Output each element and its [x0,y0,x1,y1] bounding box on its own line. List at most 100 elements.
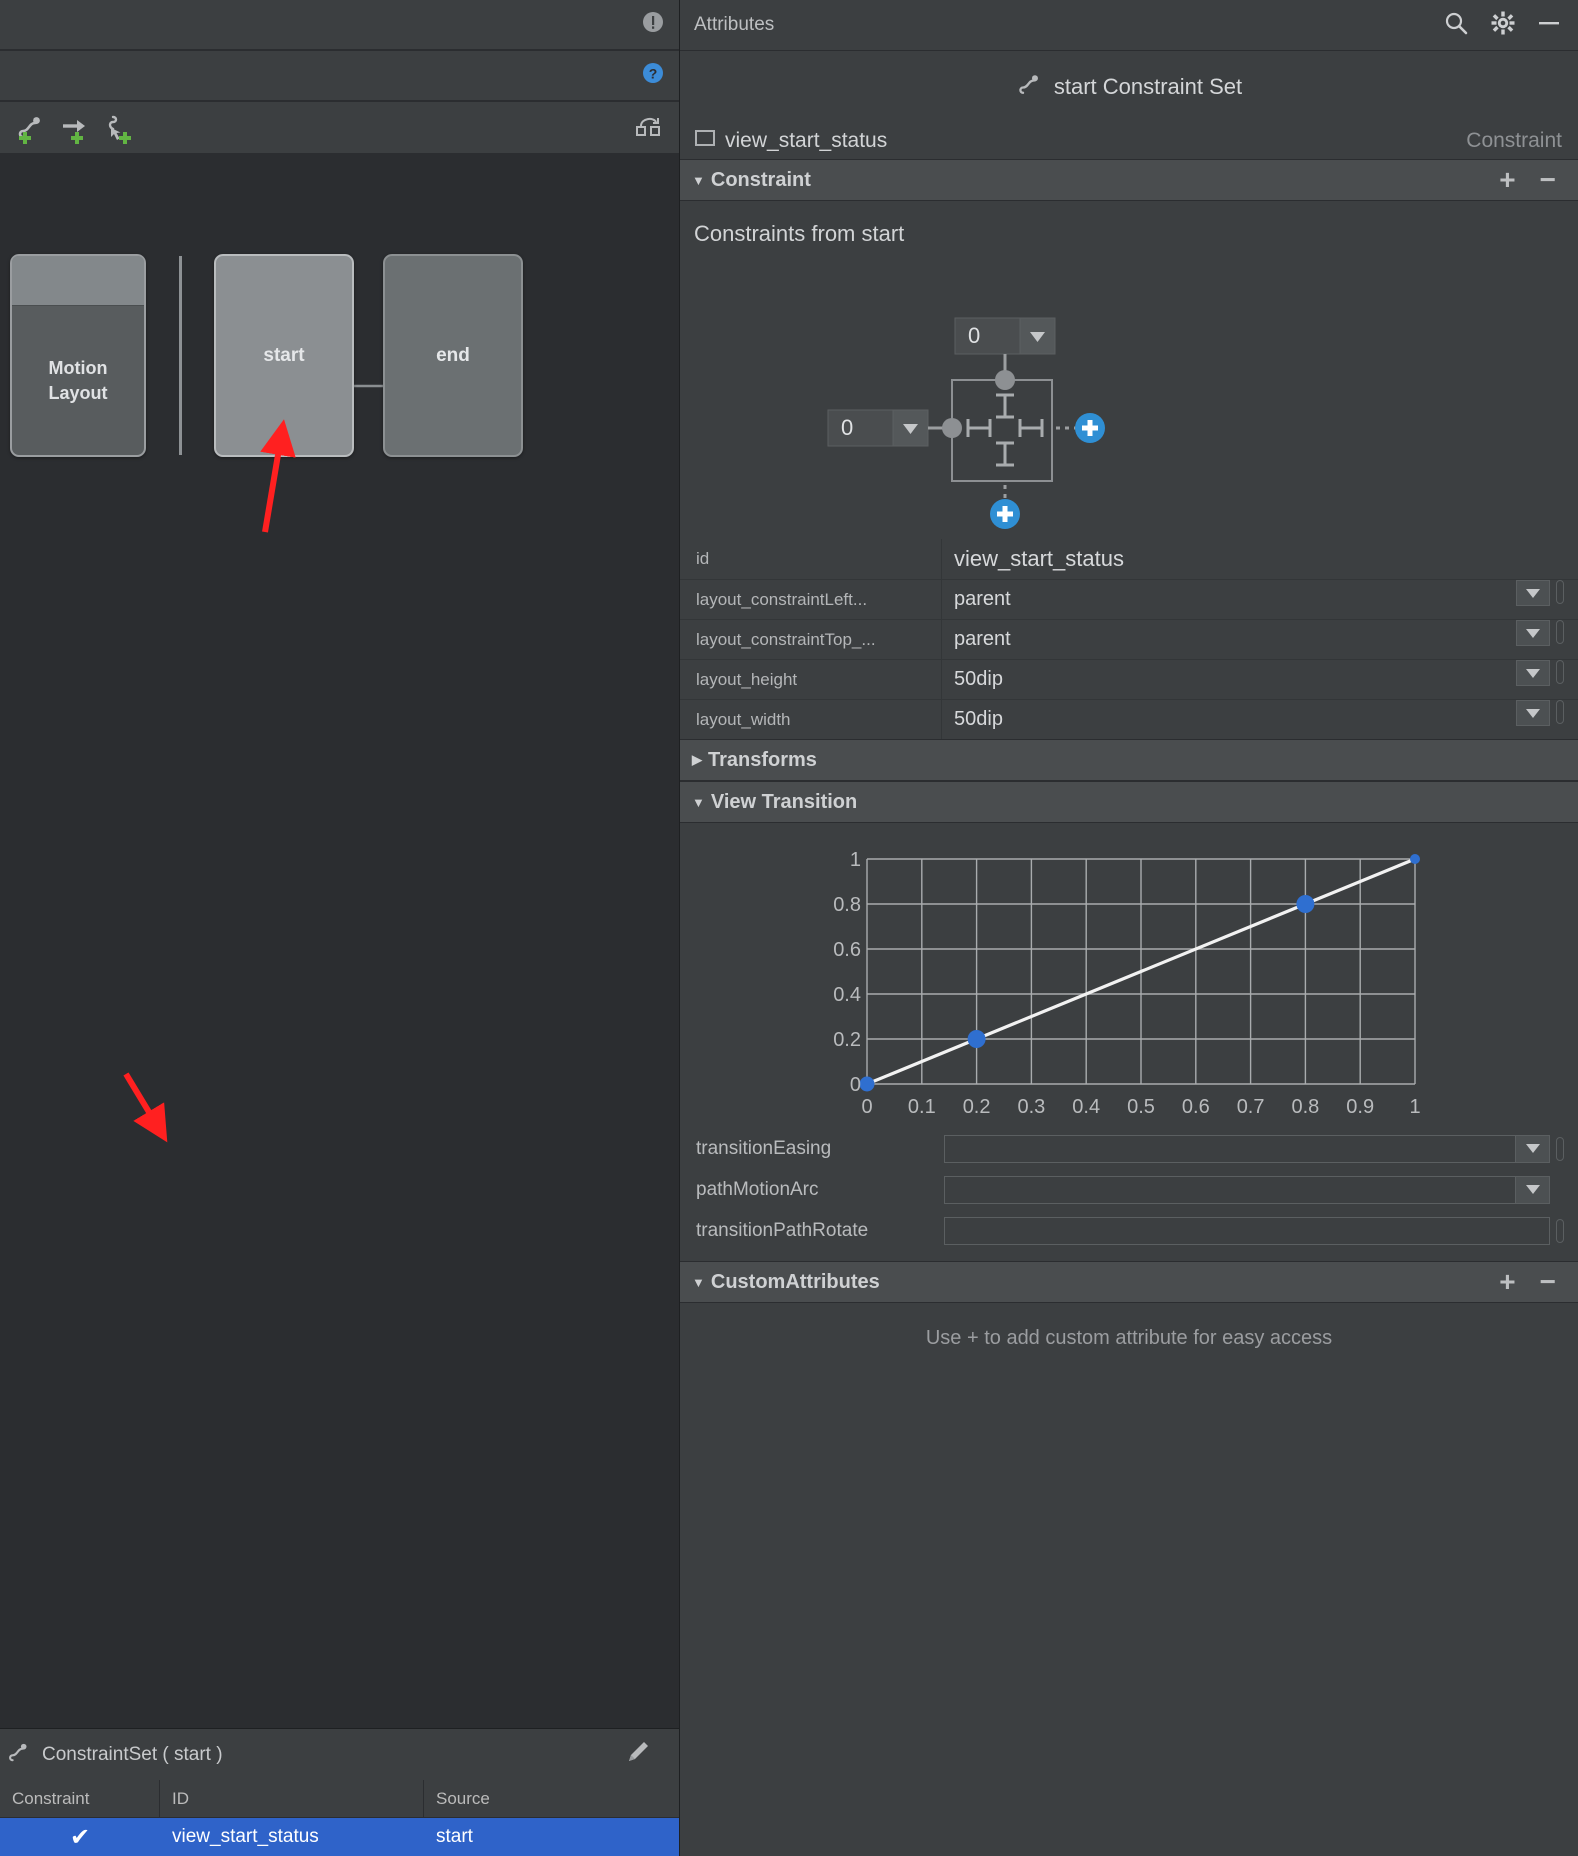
attribute-bind-indicator[interactable] [1556,700,1564,724]
motion-layout-canvas[interactable]: Motion Layout start end [0,154,679,1728]
attribute-key: id [680,539,942,579]
attributes-title: Attributes [694,14,775,35]
field-bind-indicator[interactable] [1556,1136,1564,1161]
svg-text:0.4: 0.4 [833,984,861,1006]
row-source-cell[interactable]: start [424,1818,679,1856]
attribute-key: layout_height [680,660,942,699]
attribute-dropdown[interactable] [1516,620,1550,646]
attribute-row-layout-width[interactable]: layout_width 50dip [680,699,1578,739]
attribute-row-layout-height[interactable]: layout_height 50dip [680,659,1578,699]
attribute-value[interactable]: parent [942,620,1516,659]
help-icon[interactable]: ? [639,59,667,92]
attribute-row-constraint-left[interactable]: layout_constraintLeft... parent [680,579,1578,619]
chart-y-tick-labels: 1 0.8 0.6 0.4 0.2 0 [833,849,861,1096]
add-onclick-icon[interactable] [96,108,140,148]
field-label: transitionEasing [696,1137,832,1159]
field-label: transitionPathRotate [696,1219,869,1241]
row-id-cell[interactable]: view_start_status [160,1818,424,1856]
easing-curve-chart[interactable]: 1 0.8 0.6 0.4 0.2 0 0 0.1 0.2 0.3 0.4 0.… [680,823,1578,1128]
custom-attributes-hint: Use + to add custom attribute for easy a… [925,1327,1333,1349]
svg-text:0.1: 0.1 [908,1096,936,1118]
constraint-widget[interactable]: 0 0 [680,247,1578,537]
svg-text:?: ? [649,66,658,82]
minimize-icon[interactable] [1536,10,1562,41]
svg-text:0.3: 0.3 [1017,1096,1045,1118]
attributes-panel: Attributes start Constraint Set view_sta… [680,0,1578,1856]
add-custom-attribute-button[interactable]: + [1499,1268,1515,1296]
add-constraint-button[interactable]: + [1499,166,1515,194]
add-constraint-right-icon [1075,413,1105,443]
search-icon[interactable] [1442,9,1470,42]
svg-text:0.9: 0.9 [1346,1096,1374,1118]
field-bind-indicator[interactable] [1556,1218,1564,1243]
section-header-view-transition[interactable]: ▼ View Transition [680,781,1578,823]
attribute-dropdown[interactable] [1516,580,1550,606]
error-icon[interactable] [639,8,667,41]
column-header-source[interactable]: Source [424,1780,679,1817]
constraint-set-heading-label: start Constraint Set [1053,74,1243,99]
selected-element-type: Constraint [1466,129,1562,152]
attribute-value[interactable]: 50dip [942,700,1516,739]
section-header-custom-attributes[interactable]: ▼ CustomAttributes + − [680,1261,1578,1303]
selected-element-row: view_start_status Constraint [680,123,1578,159]
path-motion-arc-input[interactable] [944,1175,1550,1204]
constraint-widget-graphics[interactable]: 0 0 [680,247,1578,537]
chevron-down-icon: ▼ [692,172,705,188]
field-row-transition-path-rotate[interactable]: transitionPathRotate [680,1210,1578,1251]
start-node-label: start [263,344,305,366]
chevron-down-icon[interactable] [1515,1135,1549,1162]
motion-layout-node-label: Motion Layout [12,306,144,455]
remove-custom-attribute-button[interactable]: − [1540,1268,1556,1296]
section-label-transforms: Transforms [708,748,817,771]
svg-text:0.2: 0.2 [963,1096,991,1118]
field-row-transition-easing[interactable]: transitionEasing [680,1128,1578,1169]
constraintset-table: Constraint ID Source ✔ view_start_status… [0,1780,679,1856]
constraintset-icon [6,1738,34,1771]
row-constraint-check[interactable]: ✔ [0,1818,160,1856]
attribute-bind-indicator[interactable] [1556,660,1564,684]
pencil-icon[interactable] [623,1737,653,1772]
attribute-row-id[interactable]: id view_start_status [680,539,1578,579]
control-point-2 [1296,895,1315,913]
motion-layout-node[interactable]: Motion Layout [10,254,146,457]
transition-path-rotate-input[interactable] [944,1216,1550,1245]
attribute-row-constraint-top[interactable]: layout_constraintTop_... parent [680,619,1578,659]
column-header-constraint[interactable]: Constraint [0,1780,160,1817]
transition-easing-input[interactable] [944,1134,1550,1163]
section-header-transforms[interactable]: ▶ Transforms [680,739,1578,781]
svg-text:0.4: 0.4 [1072,1096,1100,1118]
svg-text:0: 0 [850,1074,861,1096]
attribute-dropdown[interactable] [1516,700,1550,726]
attribute-value[interactable]: parent [942,580,1516,619]
constraintset-panel-title: ConstraintSet ( start ) [42,1743,223,1765]
attributes-titlebar: Attributes [680,0,1578,51]
attribute-value[interactable]: view_start_status [942,539,1578,579]
attribute-bind-indicator[interactable] [1556,580,1564,604]
motion-layout-line1: Motion [48,358,108,379]
remove-constraint-button[interactable]: − [1540,166,1556,194]
control-point-0 [859,1076,875,1092]
chevron-down-icon[interactable] [1515,1176,1549,1203]
table-row[interactable]: ✔ view_start_status start [0,1818,679,1856]
cycle-editor-icon[interactable] [627,108,671,148]
attribute-key: layout_width [680,700,942,739]
attribute-dropdown[interactable] [1516,660,1550,686]
gear-icon[interactable] [1490,10,1516,41]
section-label-custom-attributes: CustomAttributes [710,1270,880,1293]
constraint-set-node-start[interactable]: start [214,254,354,457]
field-row-path-motion-arc[interactable]: pathMotionArc [680,1169,1578,1210]
column-header-id[interactable]: ID [160,1780,424,1817]
constraint-set-node-end[interactable]: end [383,254,523,457]
add-transition-icon[interactable] [52,108,96,148]
svg-text:0: 0 [968,323,980,348]
attribute-bind-indicator[interactable] [1556,620,1564,644]
add-constraint-set-icon[interactable] [8,108,52,148]
easing-curve-graphics[interactable]: 1 0.8 0.6 0.4 0.2 0 0 0.1 0.2 0.3 0.4 0.… [819,849,1439,1124]
section-header-constraint[interactable]: ▼ Constraint + − [680,159,1578,201]
attribute-value[interactable]: 50dip [942,660,1516,699]
overview-strip-help: ? [0,51,679,102]
attribute-key: layout_constraintLeft... [680,580,942,619]
svg-text:0.6: 0.6 [1182,1096,1210,1118]
field-label: pathMotionArc [696,1178,819,1200]
svg-text:1: 1 [850,849,861,871]
